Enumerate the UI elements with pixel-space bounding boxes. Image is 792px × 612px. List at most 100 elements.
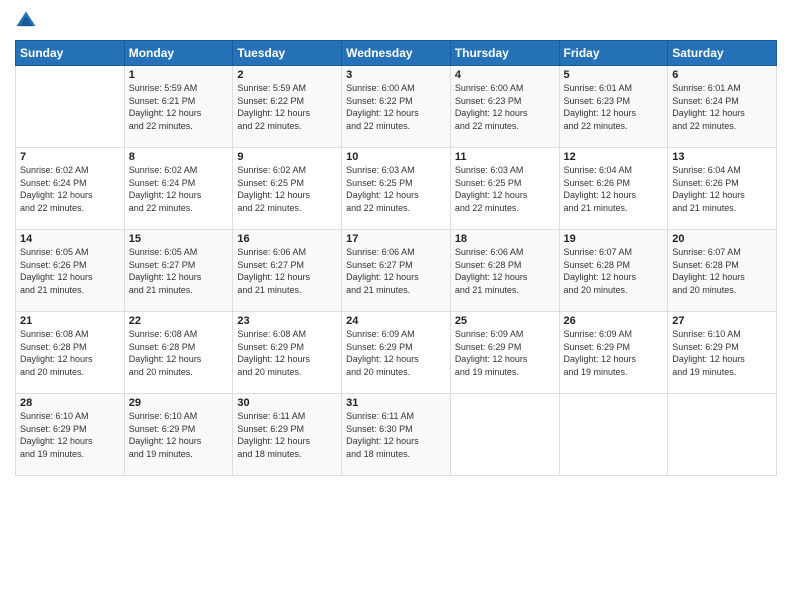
day-info: Sunrise: 6:10 AM Sunset: 6:29 PM Dayligh…	[672, 328, 772, 378]
calendar-table: SundayMondayTuesdayWednesdayThursdayFrid…	[15, 40, 777, 476]
day-number: 6	[672, 69, 772, 81]
day-number: 4	[455, 69, 555, 81]
calendar-cell: 24Sunrise: 6:09 AM Sunset: 6:29 PM Dayli…	[342, 312, 451, 394]
day-number: 2	[237, 69, 337, 81]
day-number: 10	[346, 151, 446, 163]
calendar-page: SundayMondayTuesdayWednesdayThursdayFrid…	[0, 0, 792, 612]
week-row-5: 28Sunrise: 6:10 AM Sunset: 6:29 PM Dayli…	[16, 394, 777, 476]
calendar-cell: 19Sunrise: 6:07 AM Sunset: 6:28 PM Dayli…	[559, 230, 668, 312]
col-header-monday: Monday	[124, 41, 233, 66]
calendar-cell: 3Sunrise: 6:00 AM Sunset: 6:22 PM Daylig…	[342, 66, 451, 148]
calendar-cell: 10Sunrise: 6:03 AM Sunset: 6:25 PM Dayli…	[342, 148, 451, 230]
week-row-3: 14Sunrise: 6:05 AM Sunset: 6:26 PM Dayli…	[16, 230, 777, 312]
calendar-cell: 6Sunrise: 6:01 AM Sunset: 6:24 PM Daylig…	[668, 66, 777, 148]
calendar-cell: 23Sunrise: 6:08 AM Sunset: 6:29 PM Dayli…	[233, 312, 342, 394]
col-header-friday: Friday	[559, 41, 668, 66]
calendar-cell: 20Sunrise: 6:07 AM Sunset: 6:28 PM Dayli…	[668, 230, 777, 312]
calendar-cell: 1Sunrise: 5:59 AM Sunset: 6:21 PM Daylig…	[124, 66, 233, 148]
day-info: Sunrise: 6:06 AM Sunset: 6:28 PM Dayligh…	[455, 246, 555, 296]
day-info: Sunrise: 6:07 AM Sunset: 6:28 PM Dayligh…	[672, 246, 772, 296]
day-number: 17	[346, 233, 446, 245]
week-row-4: 21Sunrise: 6:08 AM Sunset: 6:28 PM Dayli…	[16, 312, 777, 394]
calendar-cell: 16Sunrise: 6:06 AM Sunset: 6:27 PM Dayli…	[233, 230, 342, 312]
calendar-cell	[668, 394, 777, 476]
calendar-cell	[559, 394, 668, 476]
calendar-cell: 2Sunrise: 5:59 AM Sunset: 6:22 PM Daylig…	[233, 66, 342, 148]
calendar-cell: 30Sunrise: 6:11 AM Sunset: 6:29 PM Dayli…	[233, 394, 342, 476]
calendar-cell: 7Sunrise: 6:02 AM Sunset: 6:24 PM Daylig…	[16, 148, 125, 230]
calendar-cell: 4Sunrise: 6:00 AM Sunset: 6:23 PM Daylig…	[450, 66, 559, 148]
day-info: Sunrise: 6:07 AM Sunset: 6:28 PM Dayligh…	[564, 246, 664, 296]
day-info: Sunrise: 6:09 AM Sunset: 6:29 PM Dayligh…	[455, 328, 555, 378]
col-header-sunday: Sunday	[16, 41, 125, 66]
day-number: 27	[672, 315, 772, 327]
day-info: Sunrise: 6:09 AM Sunset: 6:29 PM Dayligh…	[346, 328, 446, 378]
calendar-cell: 18Sunrise: 6:06 AM Sunset: 6:28 PM Dayli…	[450, 230, 559, 312]
day-info: Sunrise: 6:08 AM Sunset: 6:28 PM Dayligh…	[20, 328, 120, 378]
day-info: Sunrise: 6:08 AM Sunset: 6:29 PM Dayligh…	[237, 328, 337, 378]
calendar-cell: 21Sunrise: 6:08 AM Sunset: 6:28 PM Dayli…	[16, 312, 125, 394]
logo	[15, 10, 41, 32]
day-info: Sunrise: 5:59 AM Sunset: 6:21 PM Dayligh…	[129, 82, 229, 132]
day-number: 16	[237, 233, 337, 245]
calendar-cell: 11Sunrise: 6:03 AM Sunset: 6:25 PM Dayli…	[450, 148, 559, 230]
day-number: 8	[129, 151, 229, 163]
calendar-cell: 17Sunrise: 6:06 AM Sunset: 6:27 PM Dayli…	[342, 230, 451, 312]
calendar-cell: 27Sunrise: 6:10 AM Sunset: 6:29 PM Dayli…	[668, 312, 777, 394]
calendar-cell: 9Sunrise: 6:02 AM Sunset: 6:25 PM Daylig…	[233, 148, 342, 230]
day-number: 30	[237, 397, 337, 409]
day-number: 29	[129, 397, 229, 409]
day-number: 7	[20, 151, 120, 163]
day-info: Sunrise: 6:10 AM Sunset: 6:29 PM Dayligh…	[20, 410, 120, 460]
day-info: Sunrise: 6:08 AM Sunset: 6:28 PM Dayligh…	[129, 328, 229, 378]
day-number: 24	[346, 315, 446, 327]
day-number: 18	[455, 233, 555, 245]
col-header-tuesday: Tuesday	[233, 41, 342, 66]
calendar-cell	[16, 66, 125, 148]
day-info: Sunrise: 6:11 AM Sunset: 6:30 PM Dayligh…	[346, 410, 446, 460]
logo-icon	[15, 10, 37, 32]
day-number: 9	[237, 151, 337, 163]
day-info: Sunrise: 6:04 AM Sunset: 6:26 PM Dayligh…	[672, 164, 772, 214]
day-info: Sunrise: 6:00 AM Sunset: 6:22 PM Dayligh…	[346, 82, 446, 132]
day-info: Sunrise: 6:00 AM Sunset: 6:23 PM Dayligh…	[455, 82, 555, 132]
day-info: Sunrise: 6:03 AM Sunset: 6:25 PM Dayligh…	[346, 164, 446, 214]
day-info: Sunrise: 6:10 AM Sunset: 6:29 PM Dayligh…	[129, 410, 229, 460]
day-number: 19	[564, 233, 664, 245]
calendar-cell: 28Sunrise: 6:10 AM Sunset: 6:29 PM Dayli…	[16, 394, 125, 476]
calendar-cell	[450, 394, 559, 476]
week-row-1: 1Sunrise: 5:59 AM Sunset: 6:21 PM Daylig…	[16, 66, 777, 148]
day-number: 22	[129, 315, 229, 327]
day-number: 20	[672, 233, 772, 245]
col-header-wednesday: Wednesday	[342, 41, 451, 66]
day-number: 21	[20, 315, 120, 327]
calendar-cell: 22Sunrise: 6:08 AM Sunset: 6:28 PM Dayli…	[124, 312, 233, 394]
day-info: Sunrise: 6:02 AM Sunset: 6:24 PM Dayligh…	[129, 164, 229, 214]
day-info: Sunrise: 6:06 AM Sunset: 6:27 PM Dayligh…	[346, 246, 446, 296]
day-info: Sunrise: 6:05 AM Sunset: 6:27 PM Dayligh…	[129, 246, 229, 296]
day-info: Sunrise: 6:05 AM Sunset: 6:26 PM Dayligh…	[20, 246, 120, 296]
header-row: SundayMondayTuesdayWednesdayThursdayFrid…	[16, 41, 777, 66]
day-info: Sunrise: 6:11 AM Sunset: 6:29 PM Dayligh…	[237, 410, 337, 460]
day-info: Sunrise: 6:06 AM Sunset: 6:27 PM Dayligh…	[237, 246, 337, 296]
day-info: Sunrise: 6:01 AM Sunset: 6:24 PM Dayligh…	[672, 82, 772, 132]
day-number: 3	[346, 69, 446, 81]
day-number: 5	[564, 69, 664, 81]
day-number: 14	[20, 233, 120, 245]
day-number: 12	[564, 151, 664, 163]
day-info: Sunrise: 6:02 AM Sunset: 6:24 PM Dayligh…	[20, 164, 120, 214]
day-number: 11	[455, 151, 555, 163]
col-header-thursday: Thursday	[450, 41, 559, 66]
header	[15, 10, 777, 32]
calendar-cell: 29Sunrise: 6:10 AM Sunset: 6:29 PM Dayli…	[124, 394, 233, 476]
calendar-cell: 14Sunrise: 6:05 AM Sunset: 6:26 PM Dayli…	[16, 230, 125, 312]
day-info: Sunrise: 6:03 AM Sunset: 6:25 PM Dayligh…	[455, 164, 555, 214]
day-number: 23	[237, 315, 337, 327]
calendar-cell: 25Sunrise: 6:09 AM Sunset: 6:29 PM Dayli…	[450, 312, 559, 394]
calendar-cell: 13Sunrise: 6:04 AM Sunset: 6:26 PM Dayli…	[668, 148, 777, 230]
week-row-2: 7Sunrise: 6:02 AM Sunset: 6:24 PM Daylig…	[16, 148, 777, 230]
day-info: Sunrise: 6:09 AM Sunset: 6:29 PM Dayligh…	[564, 328, 664, 378]
calendar-cell: 26Sunrise: 6:09 AM Sunset: 6:29 PM Dayli…	[559, 312, 668, 394]
day-info: Sunrise: 6:02 AM Sunset: 6:25 PM Dayligh…	[237, 164, 337, 214]
day-number: 28	[20, 397, 120, 409]
